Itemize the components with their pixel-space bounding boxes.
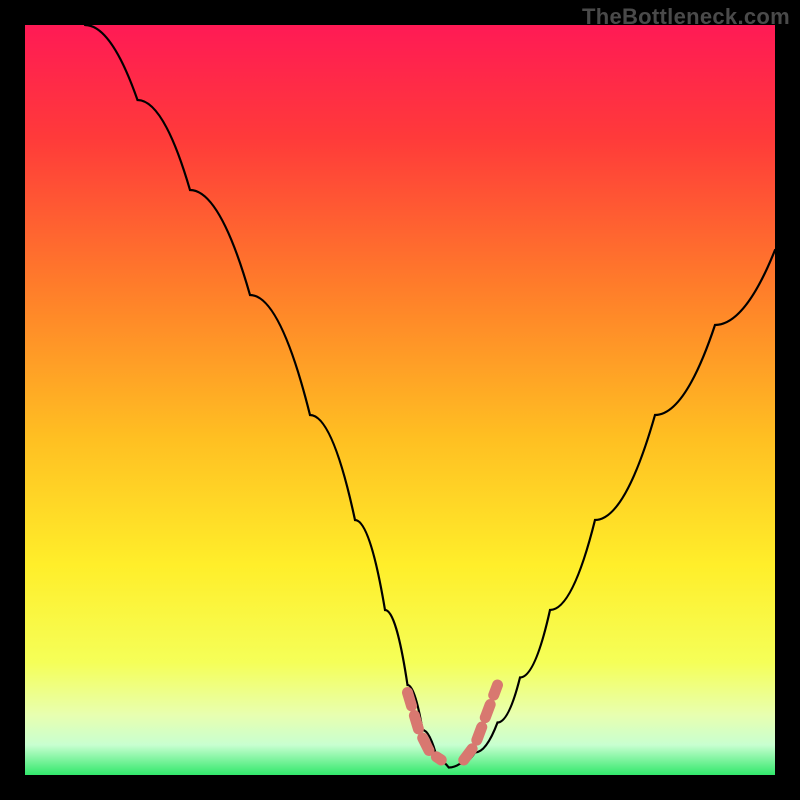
marker-left-hook xyxy=(408,693,442,761)
watermark-text: TheBottleneck.com xyxy=(582,4,790,30)
bottleneck-curve xyxy=(25,25,775,775)
chart-frame: TheBottleneck.com xyxy=(0,0,800,800)
plot-area xyxy=(25,25,775,785)
curve-path xyxy=(85,25,775,768)
marker-right-hook xyxy=(464,685,498,760)
